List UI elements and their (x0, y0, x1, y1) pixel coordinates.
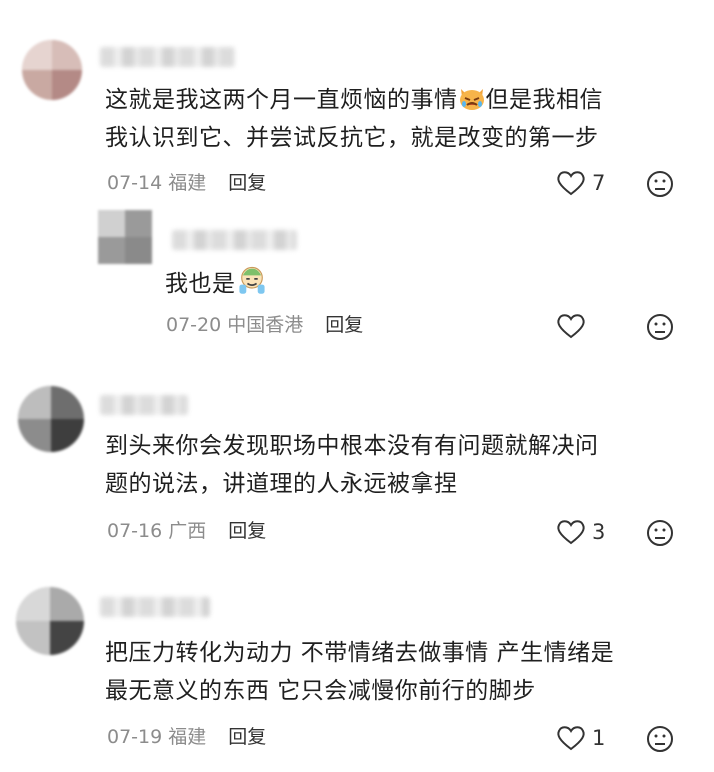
comment-meta: 07-16 广西 回复 (107, 516, 266, 546)
like-button[interactable] (556, 311, 586, 341)
reply-item: 我也是 07-20 中国香港 回复 (0, 200, 714, 360)
sad-face-icon[interactable] (646, 725, 674, 753)
like-count: 3 (592, 520, 606, 544)
sad-face-icon[interactable] (646, 519, 674, 547)
cat-crying-emoji (459, 89, 484, 110)
like-count: 1 (592, 726, 606, 750)
like-button[interactable]: 3 (556, 517, 605, 547)
reply-button[interactable]: 回复 (228, 172, 266, 194)
sad-face-icon[interactable] (646, 313, 674, 341)
comment-date: 07-16 (107, 520, 163, 542)
comment-location: 福建 (168, 726, 207, 748)
comment-text: 把压力转化为动力 不带情绪去做事情 产生情绪是 最无意义的东西 它只会减慢你前行… (105, 640, 615, 704)
username[interactable] (172, 230, 297, 250)
comment-location: 中国香港 (227, 314, 304, 336)
reply-button[interactable]: 回复 (228, 520, 266, 542)
reply-button[interactable]: 回复 (325, 314, 363, 336)
comment-item: 这就是我这两个月一直烦恼的事情 但是我相信 我认识到它、并尝试反抗它，就是改变的第… (0, 0, 714, 200)
comment-item: 把压力转化为动力 不带情绪去做事情 产生情绪是 最无意义的东西 它只会减慢你前行… (0, 575, 714, 772)
username[interactable] (100, 47, 235, 67)
sad-face-icon[interactable] (646, 170, 674, 198)
comment-text: 我也是 (165, 265, 268, 303)
avatar[interactable] (98, 210, 152, 264)
like-button[interactable]: 1 (556, 723, 605, 753)
heart-outline-icon (557, 726, 585, 751)
comment-text: 这就是我这两个月一直烦恼的事情 但是我相信 我认识到它、并尝试反抗它，就是改变的第… (105, 87, 603, 151)
comment-item: 到头来你会发现职场中根本没有有问题就解决问 题的说法，讲道理的人永远被拿捏 07… (0, 370, 714, 570)
like-button[interactable]: 7 (556, 168, 605, 198)
comment-location: 广西 (168, 520, 207, 542)
username[interactable] (100, 597, 210, 617)
comment-meta: 07-14 福建 回复 (107, 168, 266, 198)
comment-date: 07-14 (107, 172, 163, 194)
comment-text: 到头来你会发现职场中根本没有有问题就解决问 题的说法，讲道理的人永远被拿捏 (105, 433, 599, 497)
comment-location: 福建 (168, 172, 207, 194)
reply-button[interactable]: 回复 (228, 726, 266, 748)
avatar[interactable] (18, 386, 84, 452)
crying-emoji (238, 266, 265, 294)
username[interactable] (100, 395, 188, 415)
heart-outline-icon (557, 314, 585, 339)
comment-meta: 07-19 福建 回复 (107, 722, 266, 752)
avatar[interactable] (16, 587, 84, 655)
comment-date: 07-20 (166, 314, 222, 336)
heart-outline-icon (557, 171, 585, 196)
avatar[interactable] (22, 40, 82, 100)
heart-outline-icon (557, 520, 585, 545)
comment-date: 07-19 (107, 726, 163, 748)
comment-meta: 07-20 中国香港 回复 (166, 310, 363, 340)
like-count: 7 (592, 171, 606, 195)
